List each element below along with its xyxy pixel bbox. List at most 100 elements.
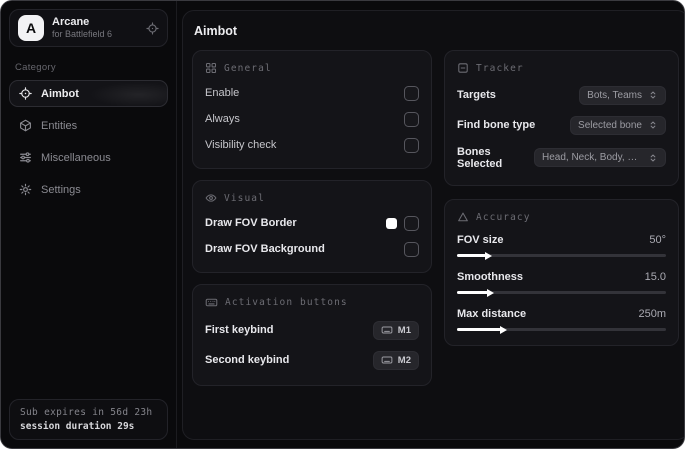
setting-label: Draw FOV Border <box>205 217 297 229</box>
slider-fill <box>457 288 495 297</box>
setting-label: Smoothness <box>457 271 524 283</box>
setting-row-fov-border: Draw FOV Border <box>205 210 419 236</box>
reticle-icon[interactable] <box>146 21 159 35</box>
keyboard-icon <box>381 324 393 336</box>
keyboard-icon <box>381 354 393 366</box>
setting-row-visibility-check: Visibility check <box>205 132 419 158</box>
sub-expiry-text: Sub expires in 56d 23h <box>20 407 153 418</box>
keybind-value: M1 <box>397 324 411 336</box>
enable-checkbox[interactable] <box>404 85 419 101</box>
right-column: Tracker Targets Bots, Teams Find bone ty… <box>444 50 679 346</box>
unfold-icon <box>648 120 658 130</box>
sidebar: A Arcane for Battlefield 6 Category Aimb… <box>1 1 177 448</box>
fov-size-value: 50° <box>649 234 666 246</box>
fov-border-color-swatch[interactable] <box>386 217 397 229</box>
slider-knob[interactable] <box>487 288 495 297</box>
find-bone-type-dropdown[interactable]: Selected bone <box>570 115 666 135</box>
dropdown-value: Bots, Teams <box>587 89 642 101</box>
fov-background-checkbox[interactable] <box>404 241 419 257</box>
app-window: A Arcane for Battlefield 6 Category Aimb… <box>0 0 685 449</box>
grid-icon <box>205 62 217 74</box>
setting-row-always: Always <box>205 106 419 132</box>
setting-row-first-keybind: First keybind M1 <box>205 315 419 345</box>
sidebar-item-settings[interactable]: Settings <box>9 176 168 203</box>
always-checkbox[interactable] <box>404 111 419 127</box>
setting-row-second-keybind: Second keybind M2 <box>205 345 419 375</box>
sidebar-item-aimbot[interactable]: Aimbot <box>9 80 168 107</box>
category-label: Category <box>15 62 56 73</box>
setting-row-fov-size: FOV size 50° <box>457 229 666 266</box>
card-title: Accuracy <box>476 211 531 223</box>
setting-label: Bones Selected <box>457 145 503 170</box>
triangle-icon <box>457 211 469 223</box>
setting-row-find-bone-type: Find bone type Selected bone <box>457 110 666 140</box>
sidebar-item-label: Settings <box>41 183 81 196</box>
slider-knob[interactable] <box>499 325 507 334</box>
visual-card: Visual Draw FOV Border Draw FOV Backgrou… <box>192 180 432 273</box>
second-keybind-button[interactable]: M2 <box>372 350 419 370</box>
setting-label: Always <box>205 113 240 125</box>
cube-icon <box>19 119 32 132</box>
gear-icon <box>19 183 32 196</box>
sidebar-item-label: Miscellaneous <box>41 151 111 164</box>
setting-row-bones-selected: Bones Selected Head, Neck, Body, Pe.. <box>457 140 666 175</box>
max-distance-value: 250m <box>638 308 666 320</box>
unfold-icon <box>648 90 658 100</box>
smoothness-value: 15.0 <box>644 271 666 283</box>
setting-label: Max distance <box>457 308 527 320</box>
setting-row-enable: Enable <box>205 80 419 106</box>
sidebar-item-label: Entities <box>41 119 78 132</box>
eye-icon <box>205 192 217 204</box>
setting-row-smoothness: Smoothness 15.0 <box>457 266 666 303</box>
page-title: Aimbot <box>194 24 238 38</box>
keyboard-icon <box>205 296 218 309</box>
targets-dropdown[interactable]: Bots, Teams <box>579 85 666 105</box>
main-area: Aimbot General Enable Always Visibility … <box>177 1 684 448</box>
tracker-card: Tracker Targets Bots, Teams Find bone ty… <box>444 50 679 186</box>
brand-subtitle: for Battlefield 6 <box>52 29 113 40</box>
general-card: General Enable Always Visibility check <box>192 50 432 169</box>
app-logo: A <box>18 15 44 41</box>
crosshair-icon <box>19 87 32 100</box>
visibility-check-checkbox[interactable] <box>404 137 419 153</box>
dropdown-value: Head, Neck, Body, Pe.. <box>542 152 642 163</box>
setting-label: FOV size <box>457 234 504 246</box>
smoothness-slider[interactable] <box>457 288 666 297</box>
keybind-value: M2 <box>397 354 411 366</box>
brand-title: Arcane <box>52 15 90 28</box>
card-title: Activation buttons <box>225 297 348 308</box>
card-title: Visual <box>224 192 265 204</box>
setting-label: Find bone type <box>457 119 536 131</box>
fov-border-checkbox[interactable] <box>404 215 419 231</box>
fov-size-slider[interactable] <box>457 251 666 260</box>
setting-label: Draw FOV Background <box>205 243 325 255</box>
slider-fill <box>457 325 507 334</box>
sidebar-nav: Aimbot Entities Miscellaneous Settings <box>9 80 168 203</box>
sidebar-item-entities[interactable]: Entities <box>9 112 168 139</box>
dropdown-value: Selected bone <box>578 119 642 131</box>
session-duration-text: session duration 29s <box>20 421 135 432</box>
first-keybind-button[interactable]: M1 <box>372 320 419 340</box>
slider-knob[interactable] <box>485 251 493 260</box>
brand-card: A Arcane for Battlefield 6 <box>9 9 168 47</box>
scan-icon <box>457 62 469 74</box>
bones-selected-dropdown[interactable]: Head, Neck, Body, Pe.. <box>534 148 666 167</box>
sidebar-item-label: Aimbot <box>41 87 79 100</box>
setting-row-targets: Targets Bots, Teams <box>457 80 666 110</box>
sidebar-item-miscellaneous[interactable]: Miscellaneous <box>9 144 168 171</box>
setting-label: Second keybind <box>205 354 290 366</box>
setting-label: Visibility check <box>205 139 277 151</box>
slider-fill <box>457 251 493 260</box>
accuracy-card: Accuracy FOV size 50° Smoothness 15.0 Ma… <box>444 199 679 346</box>
subscription-status-card: Sub expires in 56d 23h session duration … <box>9 399 168 440</box>
max-distance-slider[interactable] <box>457 325 666 334</box>
content-panel: Aimbot General Enable Always Visibility … <box>182 10 684 440</box>
setting-row-max-distance: Max distance 250m <box>457 303 666 335</box>
setting-label: Enable <box>205 87 240 99</box>
setting-label: First keybind <box>205 324 274 336</box>
sliders-icon <box>19 151 32 164</box>
setting-row-fov-background: Draw FOV Background <box>205 236 419 262</box>
card-title: General <box>224 62 272 74</box>
left-column: General Enable Always Visibility check V… <box>192 50 432 386</box>
unfold-icon <box>648 153 658 163</box>
